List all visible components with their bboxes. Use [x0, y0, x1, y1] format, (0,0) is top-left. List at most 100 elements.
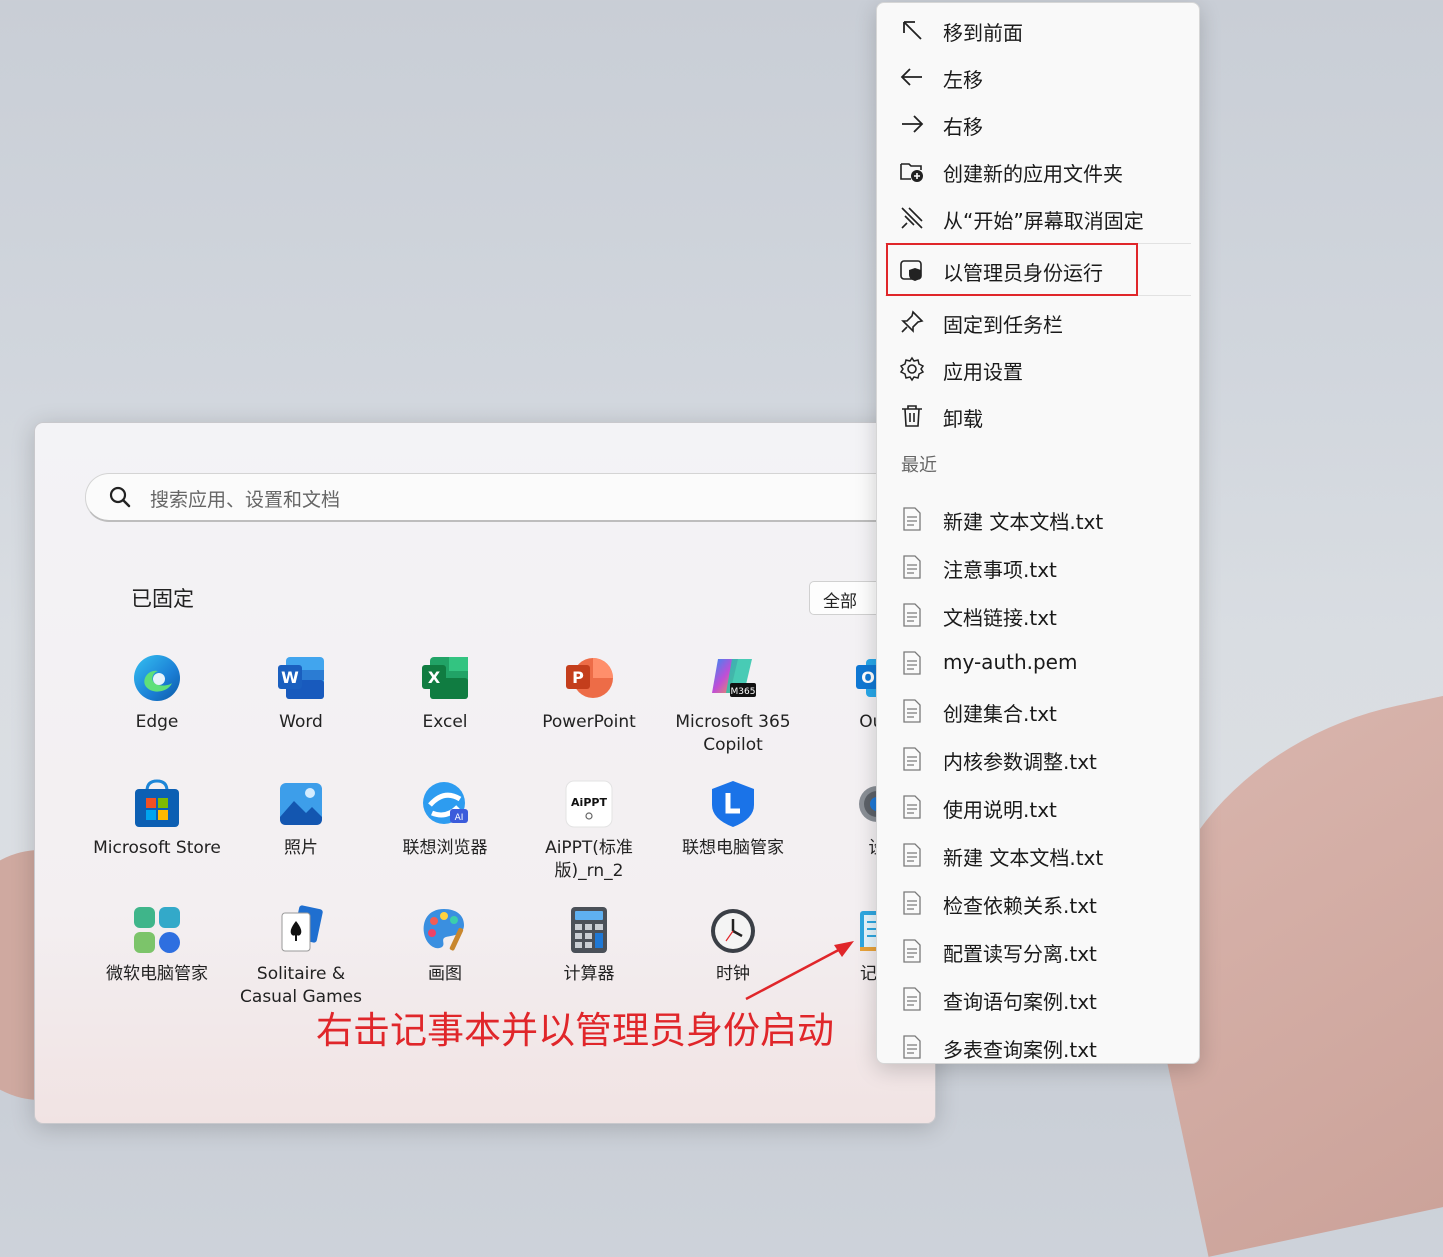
- calculator-icon: [564, 905, 614, 955]
- arrow-right-icon: [902, 115, 924, 133]
- app-label: 联想电脑管家: [682, 838, 784, 858]
- app-label: Excel: [422, 712, 468, 732]
- app-word[interactable]: W Word: [231, 653, 371, 734]
- app-edge[interactable]: Edge: [87, 653, 227, 734]
- app-powerpoint[interactable]: P PowerPoint: [519, 653, 659, 734]
- recent-file-item[interactable]: 新建 文本文档.txt: [877, 496, 1199, 542]
- store-icon: [132, 779, 182, 829]
- pinned-section-title: 已固定: [131, 587, 194, 611]
- menu-uninstall[interactable]: 卸载: [877, 393, 1199, 439]
- app-m365-copilot[interactable]: M365 Microsoft 365 Copilot: [663, 653, 803, 757]
- menu-move-to-front[interactable]: 移到前面: [877, 7, 1199, 53]
- recent-file-label: 注意事项.txt: [943, 558, 1057, 582]
- document-icon: [903, 939, 921, 963]
- recent-file-item[interactable]: 查询语句案例.txt: [877, 976, 1199, 1022]
- recent-file-item[interactable]: 内核参数调整.txt: [877, 736, 1199, 782]
- app-solitaire[interactable]: Solitaire & Casual Games: [231, 905, 371, 1009]
- menu-item-label: 移到前面: [943, 21, 1023, 45]
- app-photos[interactable]: 照片: [231, 779, 371, 860]
- pin-icon: [901, 310, 924, 333]
- recent-file-item[interactable]: 注意事项.txt: [877, 544, 1199, 590]
- recent-file-item[interactable]: my-auth.pem: [877, 640, 1199, 686]
- solitaire-icon: [276, 905, 326, 955]
- app-label: Word: [279, 712, 323, 732]
- app-label: 计算器: [563, 964, 615, 984]
- pc-manager-icon: [132, 905, 182, 955]
- powerpoint-icon: P: [564, 653, 614, 703]
- app-label: Edge: [135, 712, 179, 732]
- context-menu: 移到前面 左移 右移 创建新的应用文件夹 从“开始”屏幕取消固定 以管理员身份运…: [876, 2, 1200, 1064]
- document-icon: [903, 1035, 921, 1059]
- menu-unpin-start[interactable]: 从“开始”屏幕取消固定: [877, 195, 1199, 241]
- menu-move-left[interactable]: 左移: [877, 54, 1199, 100]
- recent-file-label: 使用说明.txt: [943, 798, 1057, 822]
- recent-file-label: my-auth.pem: [943, 650, 1078, 674]
- excel-icon: X: [420, 653, 470, 703]
- edge-icon: [132, 653, 182, 703]
- recent-file-item[interactable]: 配置读写分离.txt: [877, 928, 1199, 974]
- ai-badge: AI: [455, 813, 464, 823]
- arrow-left-icon: [900, 68, 922, 86]
- word-icon: W: [276, 653, 326, 703]
- lenovo-browser-icon: AI: [420, 779, 470, 829]
- app-lenovo-manager[interactable]: 联想电脑管家: [663, 779, 803, 860]
- menu-pin-taskbar[interactable]: 固定到任务栏: [877, 299, 1199, 345]
- m365-copilot-icon: M365: [708, 653, 758, 703]
- annotation-text: 右击记事本并以管理员身份启动: [316, 1009, 834, 1052]
- recent-file-label: 新建 文本文档.txt: [943, 510, 1104, 534]
- app-label: AiPPT(标准 版)_rn_2: [545, 838, 633, 881]
- document-icon: [903, 843, 921, 867]
- document-icon: [903, 987, 921, 1011]
- recent-file-item[interactable]: 创建集合.txt: [877, 688, 1199, 734]
- menu-move-right[interactable]: 右移: [877, 101, 1199, 147]
- app-excel[interactable]: X Excel: [375, 653, 515, 734]
- lenovo-manager-icon: [708, 779, 758, 829]
- recent-file-item[interactable]: 检查依赖关系.txt: [877, 880, 1199, 926]
- app-aippt[interactable]: AiPPT AiPPT(标准 版)_rn_2: [519, 779, 659, 883]
- app-label: PowerPoint: [542, 712, 636, 732]
- highlight-box: [886, 243, 1138, 296]
- arrow-up-left-icon: [903, 21, 922, 40]
- paint-icon: [420, 905, 470, 955]
- recent-file-label: 新建 文本文档.txt: [943, 846, 1104, 870]
- photos-icon: [276, 779, 326, 829]
- recent-file-item[interactable]: 文档链接.txt: [877, 592, 1199, 638]
- app-microsoft-store[interactable]: Microsoft Store: [87, 779, 227, 860]
- recent-file-item[interactable]: 新建 文本文档.txt: [877, 832, 1199, 878]
- recent-file-item[interactable]: 多表查询案例.txt: [877, 1024, 1199, 1070]
- app-label: 画图: [428, 964, 462, 984]
- svg-text:P: P: [572, 668, 584, 687]
- app-label: 微软电脑管家: [106, 964, 208, 984]
- app-pc-manager[interactable]: 微软电脑管家: [87, 905, 227, 986]
- search-box[interactable]: 搜索应用、设置和文档: [85, 473, 935, 522]
- recent-file-item[interactable]: 使用说明.txt: [877, 784, 1199, 830]
- document-icon: [903, 747, 921, 771]
- menu-item-label: 应用设置: [943, 360, 1023, 384]
- aippt-badge: AiPPT: [571, 796, 607, 809]
- document-icon: [903, 507, 921, 531]
- svg-text:X: X: [428, 668, 441, 687]
- recent-file-label: 内核参数调整.txt: [943, 750, 1097, 774]
- menu-item-label: 从“开始”屏幕取消固定: [943, 209, 1144, 233]
- new-folder-icon: [900, 163, 923, 182]
- document-icon: [903, 795, 921, 819]
- recent-file-label: 检查依赖关系.txt: [943, 894, 1097, 918]
- document-icon: [903, 603, 921, 627]
- app-label: Microsoft Store: [93, 838, 221, 858]
- aippt-icon: AiPPT: [564, 779, 614, 829]
- search-icon: [109, 486, 131, 508]
- annotation-arrow: [745, 941, 854, 1001]
- trash-icon: [902, 405, 922, 427]
- app-lenovo-browser[interactable]: AI 联想浏览器: [375, 779, 515, 860]
- app-paint[interactable]: 画图: [375, 905, 515, 986]
- menu-item-label: 创建新的应用文件夹: [943, 162, 1123, 186]
- document-icon: [903, 651, 921, 675]
- app-calculator[interactable]: 计算器: [519, 905, 659, 986]
- menu-create-folder[interactable]: 创建新的应用文件夹: [877, 148, 1199, 194]
- menu-app-settings[interactable]: 应用设置: [877, 346, 1199, 392]
- m365-badge: M365: [731, 687, 756, 697]
- app-label: Microsoft 365 Copilot: [675, 712, 791, 755]
- recent-section-title: 最近: [901, 455, 937, 476]
- recent-file-label: 查询语句案例.txt: [943, 990, 1097, 1014]
- recent-file-label: 创建集合.txt: [943, 702, 1057, 726]
